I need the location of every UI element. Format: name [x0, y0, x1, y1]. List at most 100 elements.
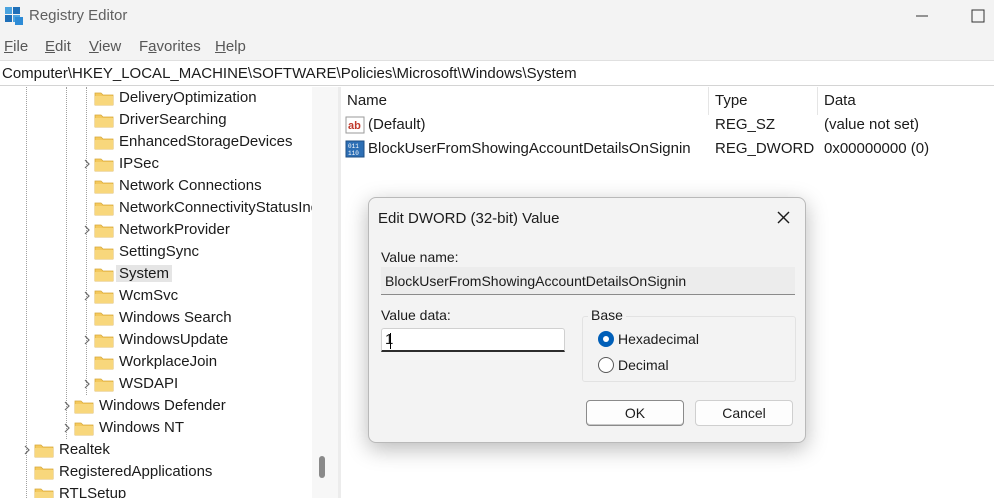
folder-icon [74, 422, 94, 436]
tree-item[interactable]: System [0, 263, 312, 285]
tree-item[interactable]: EnhancedStorageDevices [0, 131, 312, 153]
folder-icon [94, 290, 114, 304]
tree-item[interactable]: WSDAPI [0, 373, 312, 395]
tree-item[interactable]: WorkplaceJoin [0, 351, 312, 373]
value-type: REG_SZ [715, 116, 776, 133]
menu-file[interactable]: File [4, 38, 28, 55]
chevron-right-icon[interactable] [63, 423, 71, 433]
folder-icon [94, 378, 114, 392]
edit-dword-dialog: Edit DWORD (32-bit) Value Value name: Bl… [368, 197, 806, 443]
tree-item[interactable]: RegisteredApplications [0, 461, 312, 483]
tree-item[interactable]: DeliveryOptimization [0, 87, 312, 109]
tree-item[interactable]: SettingSync [0, 241, 312, 263]
tree-item[interactable]: Realtek [0, 439, 312, 461]
value-row[interactable]: 011 110 BlockUserFromShowingAccountDetai… [341, 137, 994, 161]
tree-item-label: DriverSearching [119, 111, 227, 128]
tree-item[interactable]: RTLSetup [0, 483, 312, 498]
address-path[interactable]: Computer\HKEY_LOCAL_MACHINE\SOFTWARE\Pol… [2, 65, 577, 82]
folder-icon [74, 400, 94, 414]
folder-icon [94, 246, 114, 260]
column-header-data[interactable]: Data [824, 92, 856, 109]
tree-item[interactable]: Windows NT [0, 417, 312, 439]
tree-item-label: WorkplaceJoin [119, 353, 218, 370]
chevron-right-icon[interactable] [63, 401, 71, 411]
value-name-label: Value name: [381, 249, 459, 265]
tree-item-label: WcmSvc [119, 287, 179, 304]
close-icon[interactable] [769, 206, 797, 230]
tree-scrollbar[interactable] [312, 87, 338, 498]
folder-icon [94, 136, 114, 150]
radio-hexadecimal-label[interactable]: Hexadecimal [618, 331, 699, 347]
chevron-right-icon[interactable] [83, 379, 91, 389]
menu-bar: File Edit View Favorites Help [0, 34, 994, 60]
column-separator[interactable] [817, 87, 818, 115]
tree-item-label: System [116, 265, 173, 282]
chevron-right-icon[interactable] [83, 225, 91, 235]
value-data: 0x00000000 (0) [824, 140, 930, 157]
chevron-right-icon[interactable] [83, 159, 91, 169]
tree-item[interactable]: WindowsUpdate [0, 329, 312, 351]
tree-item-label: Network Connections [119, 177, 262, 194]
chevron-right-icon[interactable] [23, 445, 31, 455]
radio-decimal-label[interactable]: Decimal [618, 357, 669, 373]
maximize-icon[interactable] [968, 6, 988, 26]
folder-icon [34, 444, 54, 458]
tree-item[interactable]: NetworkConnectivityStatusInd [0, 197, 319, 219]
tree-item-label: Windows Search [119, 309, 232, 326]
tree-item-label: WindowsUpdate [119, 331, 229, 348]
dialog-title: Edit DWORD (32-bit) Value [378, 210, 560, 227]
tree-item[interactable]: DriverSearching [0, 109, 312, 131]
folder-icon [94, 114, 114, 128]
folder-icon [94, 334, 114, 348]
folder-icon [94, 158, 114, 172]
value-data-label: Value data: [381, 307, 451, 323]
ok-button[interactable]: OK [586, 400, 684, 426]
window-title: Registry Editor [29, 7, 128, 24]
tree-item[interactable]: Windows Defender [0, 395, 312, 417]
folder-icon [34, 488, 54, 498]
scrollbar-thumb[interactable] [319, 456, 325, 478]
tree-item-label: RTLSetup [59, 485, 127, 498]
tree-item[interactable]: Network Connections [0, 175, 312, 197]
radio-decimal[interactable] [598, 357, 614, 373]
menu-view[interactable]: View [89, 38, 121, 55]
value-row[interactable]: ab (Default) REG_SZ (value not set) [341, 113, 994, 137]
tree-item[interactable]: Windows Search [0, 307, 312, 329]
folder-icon [94, 180, 114, 194]
string-value-icon: ab [345, 116, 365, 134]
minimize-icon[interactable] [912, 6, 932, 26]
svg-text:110: 110 [348, 150, 359, 157]
value-data: (value not set) [824, 116, 920, 133]
tree-item-label: NetworkConnectivityStatusInd [119, 199, 320, 216]
base-group [582, 316, 796, 382]
menu-edit[interactable]: Edit [45, 38, 71, 55]
column-header-type[interactable]: Type [715, 92, 748, 109]
column-separator[interactable] [708, 87, 709, 115]
base-group-label: Base [588, 307, 626, 323]
menu-favorites[interactable]: Favorites [139, 38, 201, 55]
tree-item-label: DeliveryOptimization [119, 89, 257, 106]
key-tree-pane[interactable]: DeliveryOptimization DriverSearching Enhan… [0, 87, 338, 498]
chevron-right-icon[interactable] [83, 291, 91, 301]
tree-item[interactable]: WcmSvc [0, 285, 312, 307]
address-bar[interactable]: Computer\HKEY_LOCAL_MACHINE\SOFTWARE\Pol… [0, 60, 994, 86]
text-caret [390, 333, 391, 349]
svg-text:ab: ab [348, 120, 361, 132]
chevron-right-icon[interactable] [83, 335, 91, 345]
tree-item-label: Windows Defender [99, 397, 226, 414]
tree-item[interactable]: NetworkProvider [0, 219, 312, 241]
title-bar: Registry Editor [0, 0, 994, 34]
radio-hexadecimal[interactable] [598, 331, 614, 347]
cancel-button[interactable]: Cancel [695, 400, 793, 426]
tree-item-label: WSDAPI [119, 375, 179, 392]
folder-icon [94, 356, 114, 370]
tree-item[interactable]: IPSec [0, 153, 312, 175]
value-data-input[interactable] [381, 328, 565, 352]
tree-item-label: RegisteredApplications [59, 463, 213, 480]
tree-item-label: Realtek [59, 441, 110, 458]
menu-help[interactable]: Help [215, 38, 246, 55]
tree-item-label: IPSec [119, 155, 160, 172]
tree-item-label: NetworkProvider [119, 221, 230, 238]
tree-item-label: SettingSync [119, 243, 200, 260]
column-header-name[interactable]: Name [347, 92, 387, 109]
